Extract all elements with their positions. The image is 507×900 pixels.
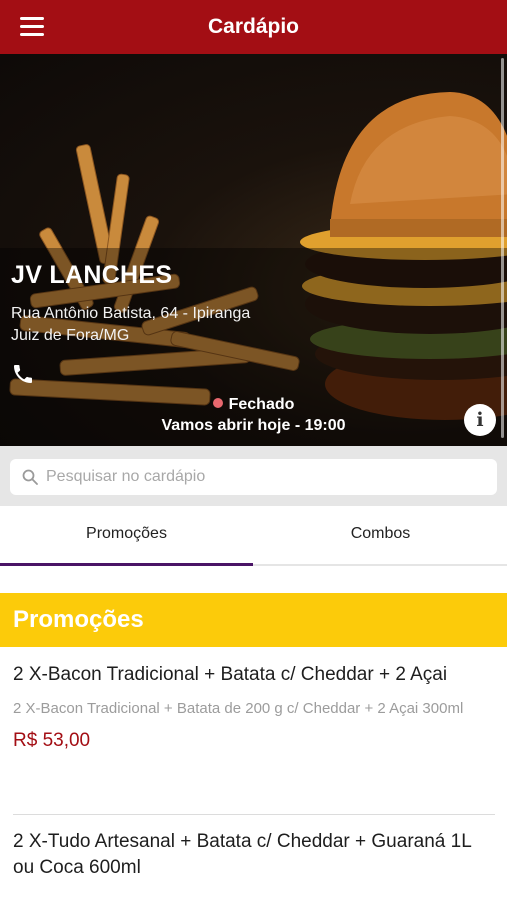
store-address-city: Juiz de Fora/MG (11, 327, 130, 344)
menu-item-name: 2 X-Tudo Artesanal + Batata c/ Cheddar +… (13, 831, 472, 878)
info-icon[interactable]: i (464, 404, 496, 436)
opening-time: Vamos abrir hoje - 19:00 (161, 417, 346, 434)
search-input[interactable] (46, 459, 486, 495)
search-box (10, 459, 497, 495)
section-header-promocoes: Promoções (0, 593, 507, 647)
menu-item[interactable]: 2 X-Bacon Tradicional + Batata c/ Chedda… (13, 662, 495, 752)
menu-item-description: 2 X-Bacon Tradicional + Batata de 200 g … (13, 700, 464, 717)
menu-item-name: 2 X-Bacon Tradicional + Batata c/ Chedda… (13, 664, 448, 685)
search-icon (22, 469, 38, 485)
section-title: Promoções (13, 606, 144, 633)
menu-item[interactable]: 2 X-Tudo Artesanal + Batata c/ Cheddar +… (13, 829, 495, 881)
category-tabs: Promoções Combos (0, 506, 507, 566)
store-address-street: Rua Antônio Batista, 64 - Ipiranga (11, 305, 251, 322)
app-bar: Cardápio (0, 0, 507, 54)
search-bar (0, 446, 507, 506)
status-label: Fechado (228, 396, 295, 413)
item-divider (13, 814, 495, 815)
menu-item-price: R$ 53,00 (13, 730, 91, 751)
phone-icon[interactable] (11, 362, 35, 386)
tab-combos[interactable]: Combos (254, 506, 507, 564)
store-status: Fechado (0, 396, 507, 414)
scrollbar[interactable] (501, 58, 504, 438)
page-title: Cardápio (207, 15, 299, 38)
store-name: JV LANCHES (11, 261, 173, 289)
status-dot (212, 398, 223, 408)
tab-promocoes[interactable]: Promoções (0, 506, 253, 566)
store-banner (0, 54, 507, 446)
